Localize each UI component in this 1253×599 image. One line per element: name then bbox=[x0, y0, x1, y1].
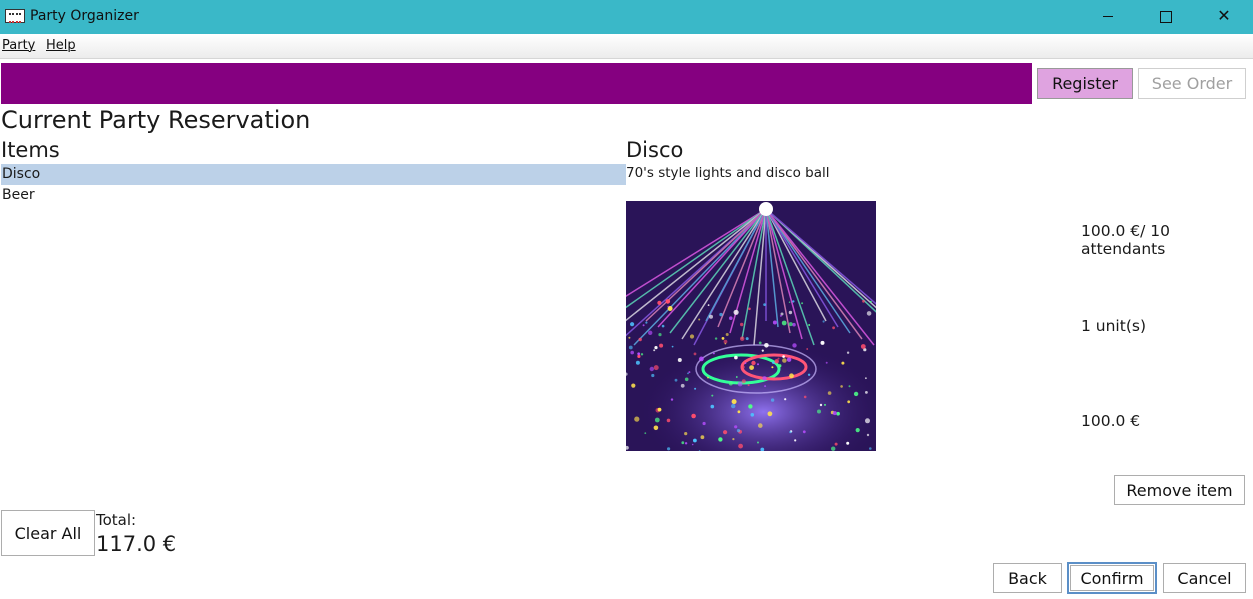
confirm-button[interactable]: Confirm bbox=[1067, 562, 1157, 594]
list-item[interactable]: Beer bbox=[1, 185, 626, 206]
items-list[interactable]: Disco Beer bbox=[1, 164, 626, 206]
register-button[interactable]: Register bbox=[1037, 68, 1133, 99]
clear-all-button[interactable]: Clear All bbox=[1, 510, 95, 556]
cancel-button[interactable]: Cancel bbox=[1163, 563, 1246, 593]
back-button[interactable]: Back bbox=[993, 563, 1062, 593]
price-per-attendants: 100.0 €/ 10 attendants bbox=[1081, 222, 1171, 258]
close-icon[interactable]: ✕ bbox=[1195, 0, 1253, 34]
menu-bar bbox=[0, 34, 1253, 59]
item-total: 100.0 € bbox=[1081, 412, 1141, 430]
detail-title: Disco bbox=[626, 138, 684, 162]
disco-lights-art bbox=[626, 201, 876, 451]
remove-item-button[interactable]: Remove item bbox=[1114, 475, 1245, 505]
page-title: Current Party Reservation bbox=[1, 106, 311, 134]
total-label: Total: bbox=[96, 511, 137, 529]
title-bar[interactable] bbox=[0, 0, 1253, 34]
total-value: 117.0 € bbox=[96, 532, 177, 556]
menu-help[interactable]: Help bbox=[46, 38, 76, 53]
menu-party[interactable]: Party bbox=[2, 38, 35, 53]
see-order-button[interactable]: See Order bbox=[1138, 68, 1246, 99]
header-banner bbox=[1, 63, 1032, 104]
minimize-icon[interactable] bbox=[1079, 0, 1137, 34]
list-item[interactable]: Disco bbox=[1, 164, 626, 185]
app-icon bbox=[5, 9, 25, 23]
window-title: Party Organizer bbox=[30, 8, 139, 24]
detail-description: 70's style lights and disco ball bbox=[626, 165, 830, 181]
items-heading: Items bbox=[1, 138, 60, 162]
disco-lights-photo bbox=[626, 201, 876, 451]
units-count: 1 unit(s) bbox=[1081, 317, 1146, 335]
maximize-icon[interactable] bbox=[1137, 0, 1195, 34]
